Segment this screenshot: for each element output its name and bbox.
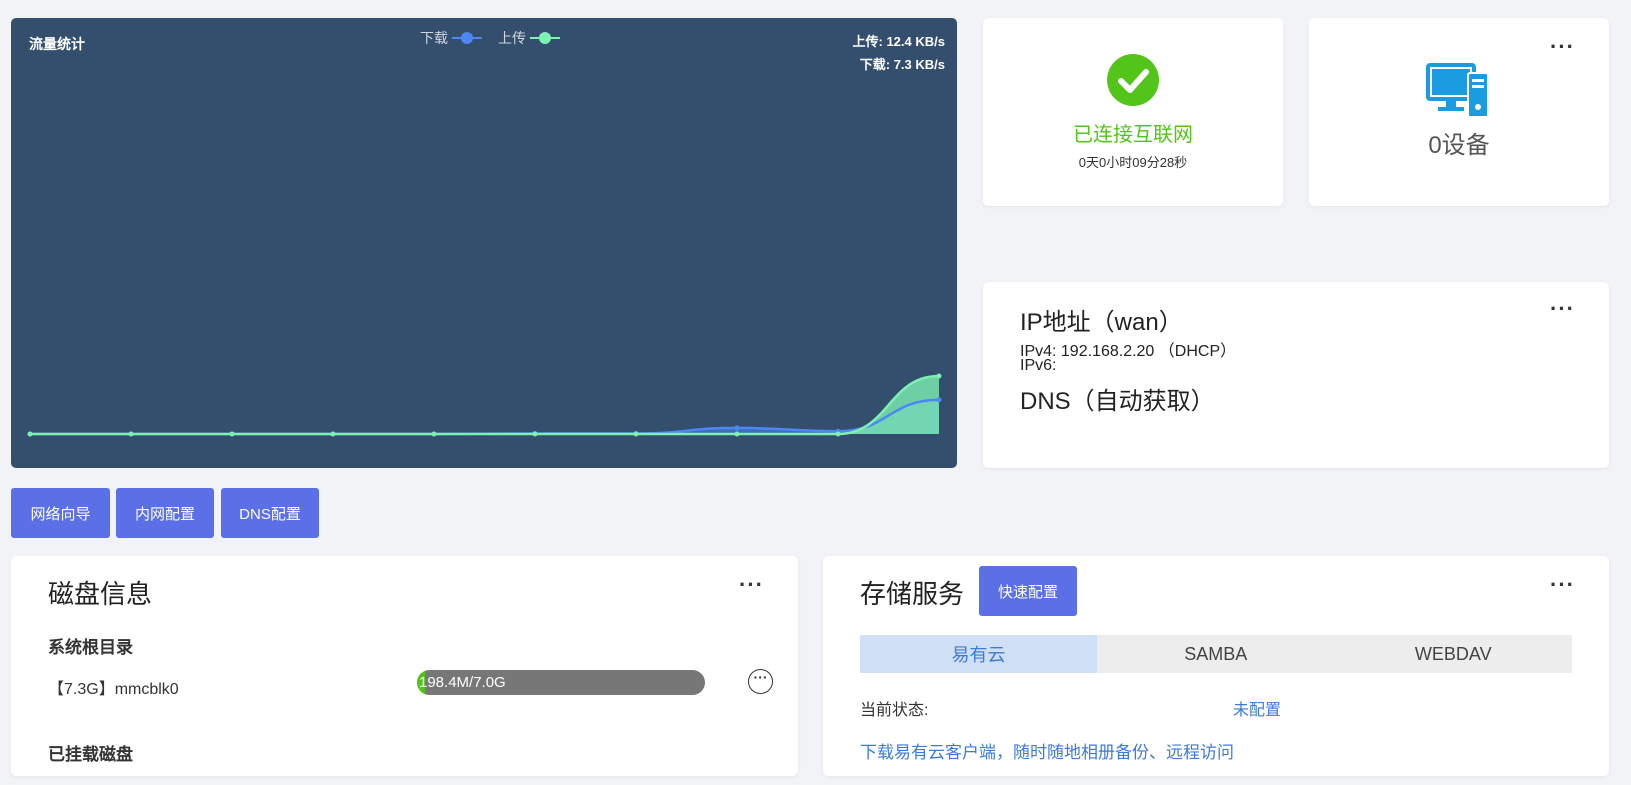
storage-tabs: 易有云 SAMBA WEBDAV	[860, 635, 1572, 673]
storage-more-icon[interactable]: ···	[1550, 574, 1575, 596]
connection-status: 已连接互联网	[1073, 124, 1193, 146]
data-point-upload-7[interactable]	[734, 431, 740, 437]
storage-card: 存储服务 快速配置 ··· 易有云 SAMBA WEBDAV 当前状态: 未配置…	[823, 556, 1609, 776]
devices-more-icon[interactable]: ···	[1550, 36, 1575, 58]
download-client-link[interactable]: 下载易有云客户端，随时随地相册备份、远程访问	[860, 738, 1234, 763]
ip-title: IP地址（wan）	[1020, 309, 1183, 336]
storage-title: 存储服务	[860, 579, 965, 609]
devices-card[interactable]: ··· 0设备	[1309, 18, 1609, 206]
data-point-upload-2[interactable]	[229, 431, 235, 437]
series-line-upload	[29, 374, 940, 436]
disk-actions-icon[interactable]: ···	[748, 669, 773, 694]
disk-usage-bar: 198.4M/7.0G	[417, 670, 705, 695]
data-point-upload-4[interactable]	[431, 431, 437, 437]
data-point-download-9[interactable]	[936, 397, 942, 403]
series-area-download	[30, 399, 939, 434]
series-line-download	[29, 398, 940, 436]
ip-card: ··· IP地址（wan） IPv4: 192.168.2.20 （DHCP） …	[983, 282, 1609, 468]
network-wizard-button[interactable]: 网络向导	[11, 488, 110, 538]
traffic-chart-card: 流量统计 下载 上传 上传: 12.4 KB/s 下载: 7.3 KB/s	[11, 18, 957, 468]
state-value[interactable]: 未配置	[1233, 696, 1281, 720]
state-label: 当前状态:	[860, 702, 929, 719]
data-point-upload-1[interactable]	[128, 431, 134, 437]
lan-config-button[interactable]: 内网配置	[116, 488, 214, 538]
root-heading: 系统根目录	[48, 638, 133, 657]
ipv6-address: IPv6:	[1020, 357, 1057, 374]
tab-yiyouyun[interactable]: 易有云	[860, 635, 1097, 673]
data-point-upload-0[interactable]	[27, 431, 33, 437]
monitor-icon	[1426, 63, 1492, 124]
data-point-upload-8[interactable]	[835, 431, 841, 437]
root-device: 【7.3G】mmcblk0	[48, 681, 179, 698]
quick-config-button[interactable]: 快速配置	[979, 566, 1077, 616]
data-point-upload-9[interactable]	[936, 373, 942, 379]
data-point-upload-3[interactable]	[330, 431, 336, 437]
data-point-download-7[interactable]	[734, 425, 740, 431]
disk-more-icon[interactable]: ···	[739, 574, 764, 596]
uptime: 0天0小时09分28秒	[1078, 155, 1188, 170]
disk-usage-label: 198.4M/7.0G	[419, 674, 506, 691]
dns-config-button[interactable]: DNS配置	[221, 488, 319, 538]
data-point-upload-5[interactable]	[532, 431, 538, 437]
tab-webdav[interactable]: WEBDAV	[1335, 635, 1573, 673]
device-count: 0设备	[1428, 132, 1490, 159]
traffic-plot	[27, 373, 942, 437]
disk-card: 磁盘信息 ··· 系统根目录 【7.3G】mmcblk0 198.4M/7.0G…	[11, 556, 798, 776]
disk-title: 磁盘信息	[48, 579, 153, 609]
internet-status-card[interactable]: 已连接互联网 0天0小时09分28秒	[983, 18, 1283, 206]
ip-more-icon[interactable]: ···	[1550, 298, 1575, 320]
data-point-upload-6[interactable]	[633, 431, 639, 437]
mounted-heading: 已挂载磁盘	[48, 745, 133, 764]
series-area-upload	[30, 376, 939, 434]
tab-samba[interactable]: SAMBA	[1097, 635, 1335, 673]
dns-title: DNS（自动获取）	[1020, 388, 1215, 415]
check-icon	[1107, 54, 1159, 106]
